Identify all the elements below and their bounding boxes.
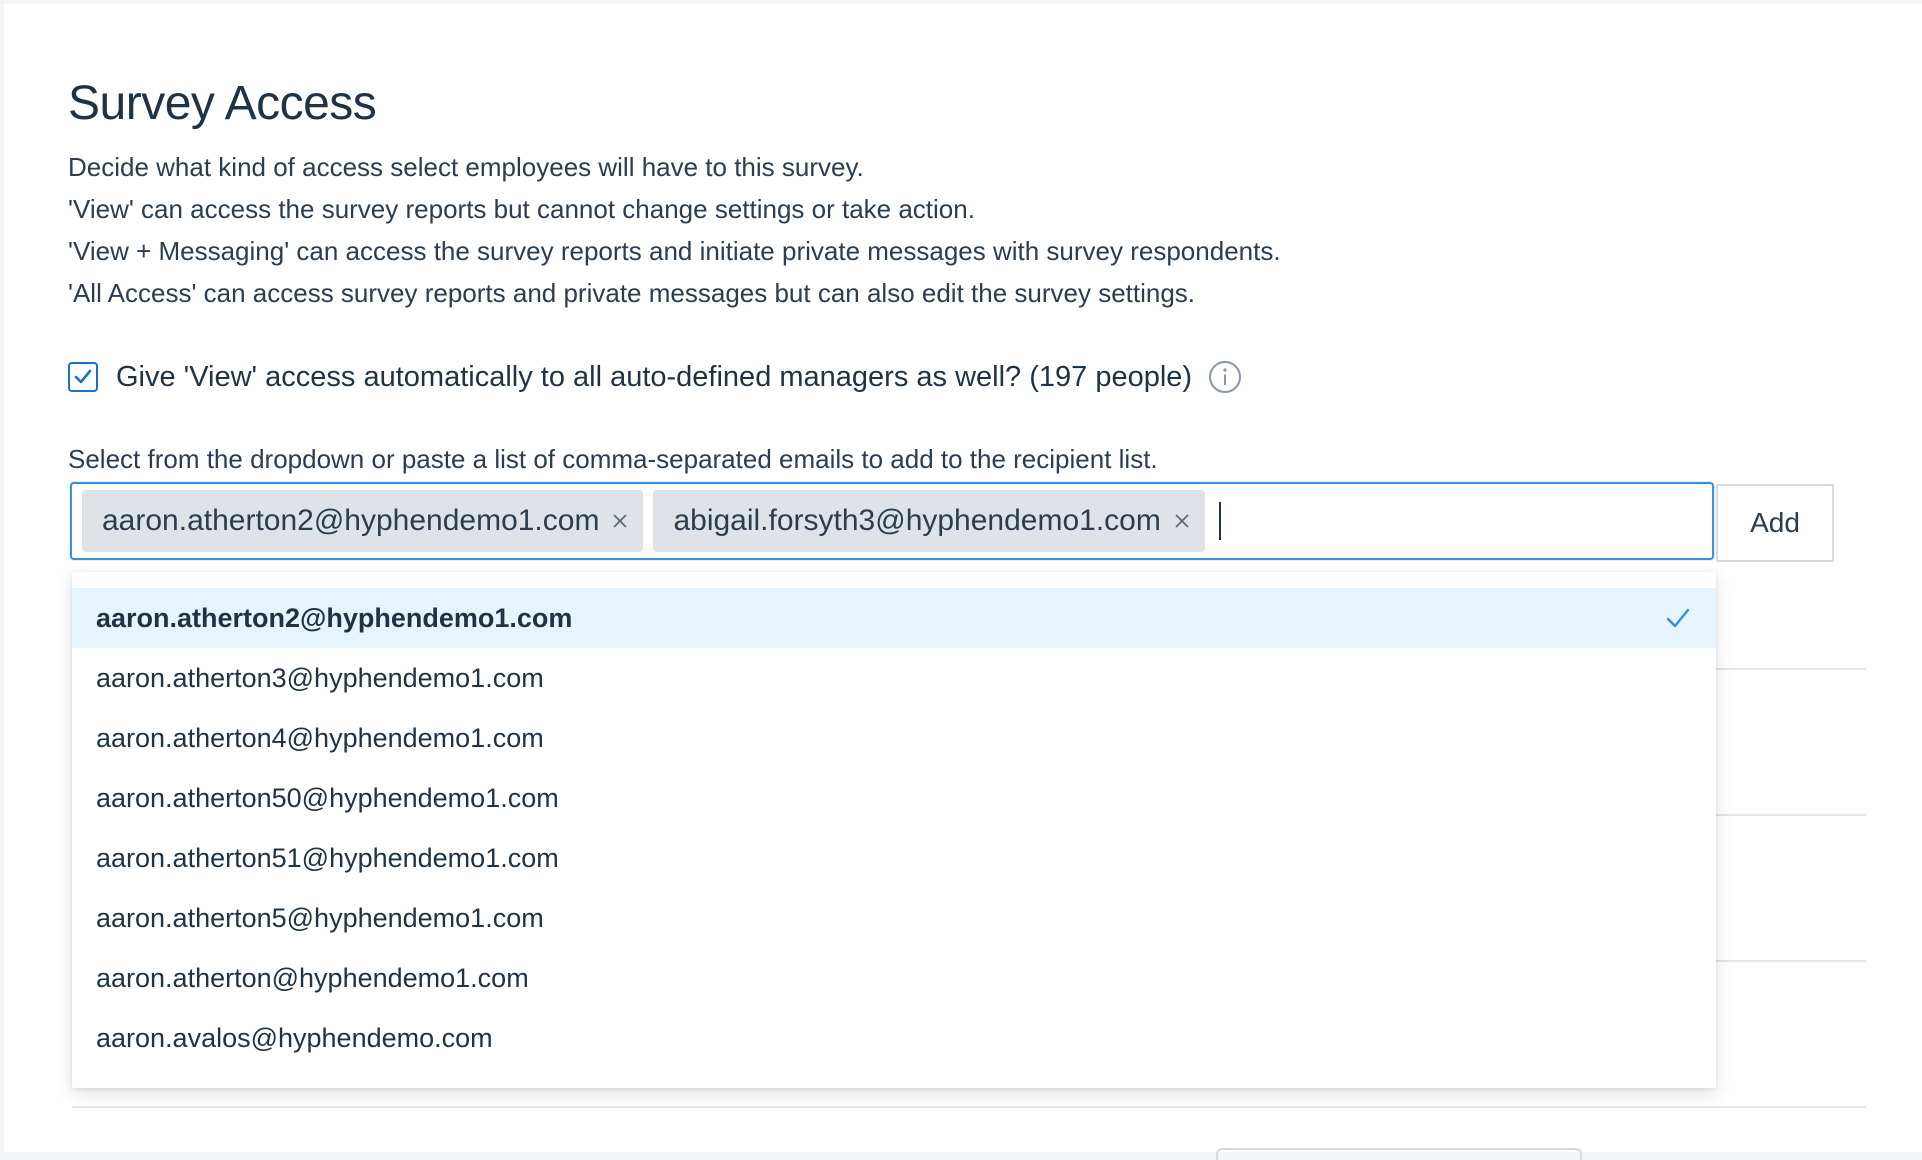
divider bbox=[72, 1106, 1866, 1108]
text-caret bbox=[1218, 502, 1221, 540]
background-panel bbox=[1216, 1148, 1582, 1160]
recipient-helper-text: Select from the dropdown or paste a list… bbox=[68, 444, 1158, 474]
dropdown-option[interactable]: aaron.atherton50@hyphendemo1.com bbox=[72, 768, 1716, 828]
dropdown-option-label: aaron.atherton4@hyphendemo1.com bbox=[96, 722, 544, 753]
dropdown-option-label: aaron.atherton51@hyphendemo1.com bbox=[96, 842, 559, 873]
recipient-input[interactable]: aaron.atherton2@hyphendemo1.com abigail.… bbox=[70, 482, 1714, 560]
dropdown-option-label: aaron.avalos@hyphendemo.com bbox=[96, 1022, 493, 1053]
dropdown-option-label: aaron.atherton2@hyphendemo1.com bbox=[96, 602, 573, 633]
dropdown-option[interactable]: aaron.atherton5@hyphendemo1.com bbox=[72, 888, 1716, 948]
survey-access-card: Survey Access Decide what kind of access… bbox=[4, 4, 1922, 1160]
dropdown-option[interactable]: aaron.atherton3@hyphendemo1.com bbox=[72, 648, 1716, 708]
divider bbox=[1716, 814, 1866, 816]
recipient-tag: abigail.forsyth3@hyphendemo1.com bbox=[653, 490, 1205, 552]
dropdown-option[interactable]: aaron.atherton@hyphendemo1.com bbox=[72, 948, 1716, 1008]
recipient-tag-label: abigail.forsyth3@hyphendemo1.com bbox=[673, 504, 1161, 537]
close-icon[interactable] bbox=[1173, 512, 1191, 530]
description-line: 'View' can access the survey reports but… bbox=[68, 194, 975, 224]
page-title: Survey Access bbox=[68, 77, 377, 130]
dropdown-option[interactable]: aaron.atherton2@hyphendemo1.com bbox=[72, 588, 1716, 648]
description-line: 'All Access' can access survey reports a… bbox=[68, 278, 1196, 308]
dropdown-option-label: aaron.atherton5@hyphendemo1.com bbox=[96, 902, 544, 933]
info-icon[interactable] bbox=[1208, 360, 1242, 394]
add-button[interactable]: Add bbox=[1716, 484, 1834, 562]
description-line: Decide what kind of access select employ… bbox=[68, 152, 864, 182]
dropdown-option-label: aaron.atherton3@hyphendemo1.com bbox=[96, 662, 544, 693]
close-icon[interactable] bbox=[611, 512, 629, 530]
recipient-tag: aaron.atherton2@hyphendemo1.com bbox=[82, 490, 644, 552]
checkmark-icon bbox=[74, 369, 92, 384]
dropdown-option[interactable]: aaron.atherton4@hyphendemo1.com bbox=[72, 708, 1716, 768]
divider bbox=[1716, 668, 1866, 670]
check-icon bbox=[1666, 608, 1690, 628]
auto-manager-checkbox[interactable] bbox=[68, 362, 98, 392]
divider bbox=[1716, 960, 1866, 962]
dropdown-option[interactable]: aaron.atherton51@hyphendemo1.com bbox=[72, 828, 1716, 888]
description-line: 'View + Messaging' can access the survey… bbox=[68, 236, 1281, 266]
auto-manager-row: Give 'View' access automatically to all … bbox=[68, 354, 1242, 400]
dropdown-option-label: aaron.atherton50@hyphendemo1.com bbox=[96, 782, 559, 813]
auto-manager-label[interactable]: Give 'View' access automatically to all … bbox=[116, 361, 1192, 394]
dropdown-option-label: aaron.atherton@hyphendemo1.com bbox=[96, 962, 529, 993]
email-dropdown: aaron.atherton2@hyphendemo1.com aaron.at… bbox=[72, 572, 1716, 1088]
dropdown-option[interactable]: aaron.avalos@hyphendemo.com bbox=[72, 1008, 1716, 1068]
description: Decide what kind of access select employ… bbox=[68, 146, 1281, 314]
recipient-tag-label: aaron.atherton2@hyphendemo1.com bbox=[102, 504, 600, 537]
